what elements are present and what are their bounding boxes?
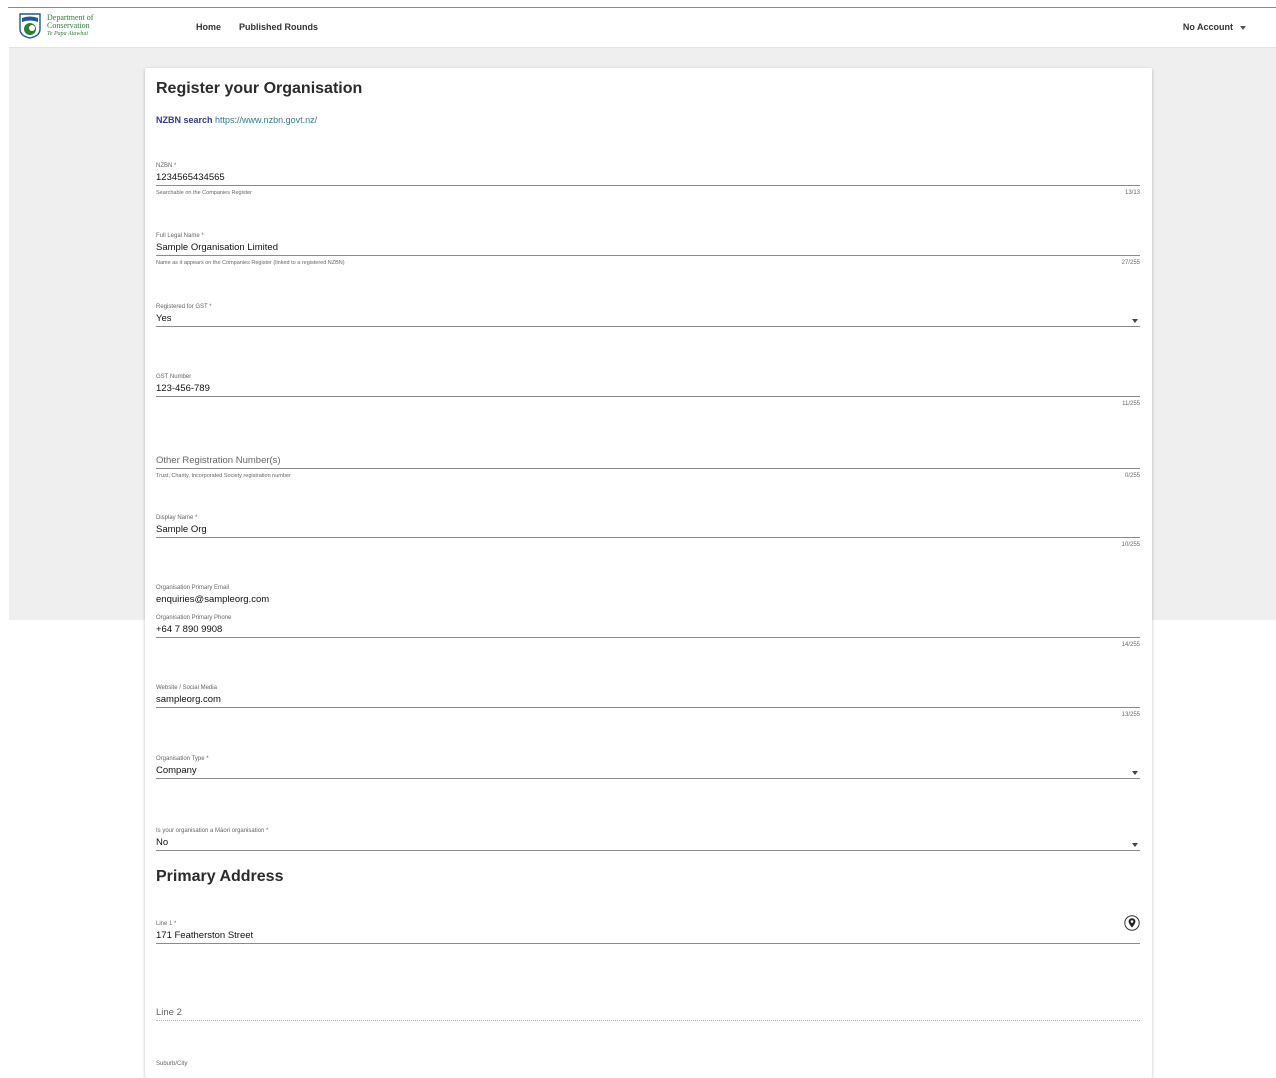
- website-value[interactable]: sampleorg.com: [156, 694, 221, 705]
- phone-underline: [156, 637, 1140, 638]
- doc-logo-icon: [19, 13, 41, 39]
- gst-registered-value[interactable]: Yes: [156, 313, 172, 324]
- other-registration-hint: Trust, Charity, Incorporated Society reg…: [156, 473, 291, 479]
- nzbn-search-row: NZBN search https://www.nzbn.govt.nz/: [156, 115, 317, 125]
- email-label: Organisation Primary Email: [156, 585, 230, 591]
- address-line2-placeholder[interactable]: Line 2: [156, 1007, 182, 1018]
- display-name-underline: [156, 537, 1140, 538]
- address-line1-label: Line 1 *: [156, 921, 177, 927]
- suburb-label: Suburb/City: [156, 1061, 188, 1067]
- gst-registered-underline: [156, 326, 1140, 327]
- phone-value[interactable]: +64 7 890 9908: [156, 624, 222, 635]
- doc-logo[interactable]: Department of Conservation Te Papa Atawh…: [19, 13, 114, 43]
- address-line1-underline: [156, 943, 1140, 944]
- gst-number-counter: 11/255: [1122, 401, 1140, 407]
- logo-line-3: Te Papa Atawhai: [47, 31, 89, 37]
- nzbn-hint: Searchable on the Companies Register: [156, 190, 253, 196]
- phone-counter: 14/255: [1121, 642, 1140, 648]
- register-form-card: Register your Organisation NZBN search h…: [145, 68, 1152, 1078]
- phone-label: Organisation Primary Phone: [156, 615, 232, 621]
- org-type-underline: [156, 778, 1140, 779]
- gst-number-underline: [156, 396, 1140, 397]
- dropdown-arrow-icon[interactable]: [1132, 319, 1138, 323]
- email-value[interactable]: enquiries@sampleorg.com: [156, 594, 269, 605]
- dropdown-arrow-icon[interactable]: [1132, 771, 1138, 775]
- map-pin-icon[interactable]: [1124, 915, 1140, 931]
- account-menu[interactable]: No Account: [1183, 22, 1246, 32]
- address-line1-value[interactable]: 171 Featherston Street: [156, 930, 253, 941]
- display-name-label: Display Name *: [156, 515, 198, 521]
- nzbn-counter: 13/13: [1124, 190, 1140, 196]
- nzbn-label: NZBN *: [156, 163, 177, 169]
- logo-text: Department of Conservation Te Papa Atawh…: [47, 14, 93, 38]
- legal-name-underline: [156, 255, 1140, 256]
- maori-org-underline: [156, 850, 1140, 851]
- primary-address-heading: Primary Address: [156, 868, 284, 885]
- nzbn-search-label: NZBN search: [156, 115, 213, 125]
- website-label: Website / Social Media: [156, 685, 217, 691]
- account-label: No Account: [1182, 22, 1233, 32]
- legal-name-counter: 27/255: [1121, 260, 1140, 266]
- app-bar: Department of Conservation Te Papa Atawh…: [9, 8, 1276, 48]
- nzbn-value[interactable]: 1234565434565: [156, 172, 225, 183]
- gst-number-label: GST Number: [156, 374, 192, 380]
- logo-line-2: Conservation: [47, 21, 90, 30]
- maori-org-value[interactable]: No: [156, 837, 168, 848]
- display-name-counter: 10/255: [1121, 542, 1140, 548]
- legal-name-hint: Name as it appears on the Companies Regi…: [156, 260, 345, 266]
- chevron-down-icon: [1240, 25, 1246, 30]
- other-registration-counter: 0/255: [1124, 473, 1140, 479]
- display-name-value[interactable]: Sample Org: [156, 524, 207, 535]
- website-counter: 13/255: [1121, 712, 1140, 718]
- website-underline: [156, 707, 1140, 708]
- page-title: Register your Organisation: [156, 80, 363, 97]
- gst-number-value[interactable]: 123-456-789: [156, 383, 210, 394]
- dropdown-arrow-icon[interactable]: [1132, 843, 1138, 847]
- legal-name-value[interactable]: Sample Organisation Limited: [156, 242, 278, 253]
- legal-name-label: Full Legal Name *: [156, 233, 204, 239]
- maori-org-label: Is your organisation a Māori organisatio…: [156, 828, 269, 834]
- other-registration-placeholder[interactable]: Other Registration Number(s): [156, 455, 281, 466]
- org-type-value[interactable]: Company: [156, 765, 197, 776]
- address-line2-underline: [156, 1020, 1140, 1021]
- gst-registered-label: Registered for GST *: [156, 304, 212, 310]
- nzbn-search-link[interactable]: https://www.nzbn.govt.nz/: [215, 115, 317, 125]
- org-type-label: Organisation Type *: [156, 756, 209, 762]
- nav-home[interactable]: Home: [196, 22, 221, 32]
- nav-published-rounds[interactable]: Published Rounds: [239, 22, 318, 32]
- other-registration-underline: [156, 468, 1140, 469]
- nzbn-underline: [156, 185, 1140, 186]
